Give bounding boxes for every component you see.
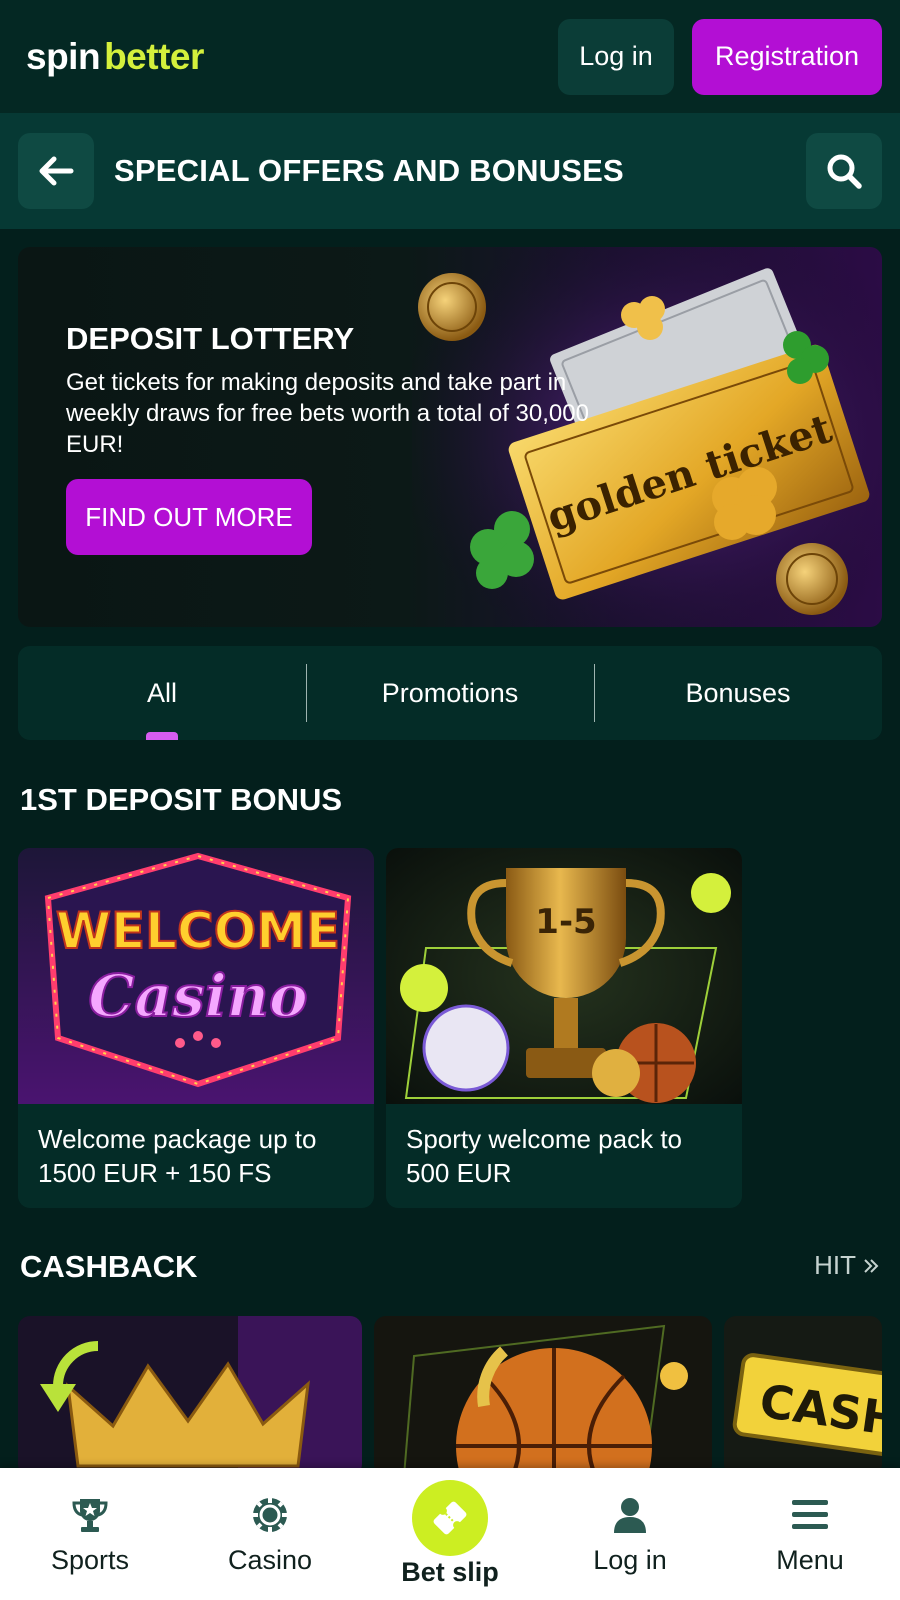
banner-title: DEPOSIT LOTTERY: [66, 321, 355, 356]
nav-menu-label: Menu: [776, 1545, 844, 1575]
chip-icon: [250, 1493, 290, 1537]
sporty-trophy-image: 1-5: [386, 848, 742, 1104]
search-button[interactable]: [806, 133, 882, 209]
sporty-welcome-card-text: Sporty welcome pack to 500 EUR: [406, 1124, 683, 1188]
section-title-deposit: 1ST DEPOSIT BONUS: [20, 782, 343, 817]
nav-bet-slip[interactable]: Bet slip: [360, 1468, 540, 1600]
nav-login-label: Log in: [593, 1545, 667, 1575]
sporty-welcome-card[interactable]: 1-5 Sporty welcome pack to 500 EUR: [386, 848, 742, 1208]
casino-image-text: Casino: [88, 962, 307, 1030]
crown-image: [18, 1316, 362, 1476]
tab-bonuses-label: Bonuses: [685, 677, 791, 708]
nav-sports[interactable]: Sports: [0, 1468, 180, 1600]
active-tab-indicator: [146, 732, 178, 740]
registration-button[interactable]: Registration: [692, 18, 882, 95]
welcome-casino-image: WELCOME Casino: [18, 848, 374, 1104]
nav-bet-slip-label: Bet slip: [401, 1557, 499, 1587]
login-button[interactable]: Log in: [558, 18, 674, 95]
hit-link-label: HIT: [814, 1250, 856, 1280]
cashback-card-basketball[interactable]: [374, 1316, 712, 1476]
nav-casino-label: Casino: [227, 1545, 313, 1575]
logo-spin-text: spin: [26, 35, 101, 77]
find-out-more-button[interactable]: FIND OUT MORE: [66, 479, 312, 555]
cash-sign-image: CASH: [724, 1316, 882, 1476]
welcome-casino-card[interactable]: WELCOME Casino Welcome package up to 150…: [18, 848, 374, 1208]
ticket-icon: [433, 1501, 467, 1535]
site-logo[interactable]: spin better: [26, 36, 204, 78]
tab-promotions[interactable]: Promotions: [306, 646, 594, 740]
page-title: SPECIAL OFFERS AND BONUSES: [114, 153, 624, 188]
hit-link[interactable]: HIT: [814, 1250, 880, 1281]
banner-description: Get tickets for making deposits and take…: [66, 369, 589, 458]
promo-banner[interactable]: golden ticket DEPOSIT LOTTERY Get ticket…: [18, 247, 882, 627]
welcome-image-text: WELCOME: [56, 902, 340, 960]
logo-better-text: better: [104, 35, 204, 77]
tab-promotions-label: Promotions: [381, 677, 519, 708]
welcome-casino-card-text: Welcome package up to 1500 EUR + 150 FS: [38, 1124, 317, 1188]
tab-all[interactable]: All: [18, 646, 306, 740]
double-chevron-right-icon: [864, 1258, 879, 1273]
nav-sports-label: Sports: [50, 1545, 130, 1575]
search-icon: [827, 154, 862, 189]
bet-slip-circle: [412, 1480, 488, 1556]
nav-login[interactable]: Log in: [540, 1468, 720, 1600]
section-title-cashback: CASHBACK: [20, 1249, 198, 1284]
nav-casino[interactable]: Casino: [180, 1468, 360, 1600]
page-subheader: SPECIAL OFFERS AND BONUSES: [0, 113, 900, 229]
trophy-label: 1-5: [535, 902, 596, 942]
menu-icon: [790, 1493, 830, 1537]
top-header: spin better Log in Registration: [0, 0, 900, 113]
trophy-icon: [70, 1493, 110, 1537]
header-actions: Log in Registration: [558, 18, 882, 95]
basketball-image: [374, 1316, 712, 1476]
back-button[interactable]: [18, 133, 94, 209]
bottom-navigation: Sports Casino Bet slip Log in Menu: [0, 1468, 900, 1600]
user-icon: [610, 1493, 650, 1537]
offer-tabs: All Promotions Bonuses: [18, 646, 882, 740]
cashback-card-crown[interactable]: [18, 1316, 362, 1476]
nav-menu[interactable]: Menu: [720, 1468, 900, 1600]
tab-bonuses[interactable]: Bonuses: [594, 646, 882, 740]
arrow-left-icon: [39, 156, 74, 186]
cashback-card-cash[interactable]: CASH: [724, 1316, 882, 1476]
tab-all-label: All: [146, 677, 177, 708]
